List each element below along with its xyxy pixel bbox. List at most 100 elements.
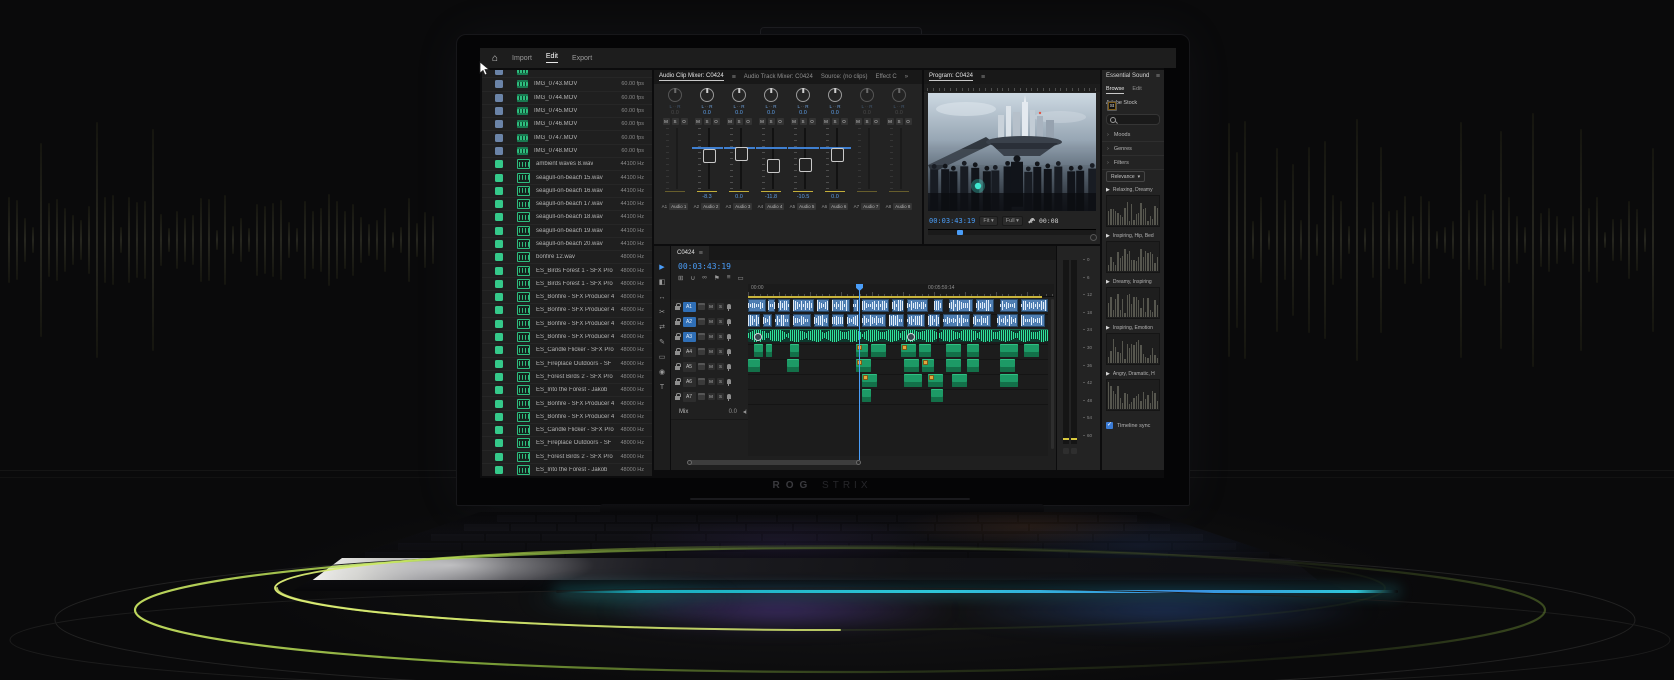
volume-fader[interactable] xyxy=(695,128,719,192)
track-target-button[interactable]: A2 xyxy=(683,317,696,327)
audio-item-chip[interactable] xyxy=(495,426,503,434)
stock-audio-item[interactable]: ▶Dreamy, Inspiring xyxy=(1106,278,1160,322)
razor-tool[interactable]: ✂ xyxy=(654,305,670,320)
audio-item-chip[interactable] xyxy=(495,280,503,288)
play-icon[interactable]: ▶ xyxy=(1106,233,1110,239)
fader-handle[interactable] xyxy=(703,149,716,163)
track-name[interactable]: Audio 4 xyxy=(765,203,784,210)
clip[interactable] xyxy=(862,389,871,402)
mic-icon[interactable] xyxy=(727,379,731,384)
category-filters[interactable]: › Filters xyxy=(1102,156,1164,170)
audio-item-chip[interactable] xyxy=(495,439,503,447)
clip[interactable] xyxy=(928,374,943,387)
track-s-button[interactable]: S xyxy=(717,333,724,340)
clip[interactable] xyxy=(748,359,760,372)
list-item[interactable]: ES_Birds Forest 1 - SFX Pro48000 Hz xyxy=(482,278,652,291)
lock-icon[interactable] xyxy=(675,321,680,325)
resolution-dropdown[interactable]: Full ▾ xyxy=(1002,216,1023,226)
tab-edit[interactable]: Edit xyxy=(1132,86,1141,94)
snap-icon[interactable]: ∪ xyxy=(690,274,695,282)
mixer-o-button[interactable]: O xyxy=(905,118,912,125)
clip[interactable] xyxy=(967,359,979,372)
sort-dropdown[interactable]: Relevance▾ xyxy=(1106,171,1145,182)
work-area-bar[interactable] xyxy=(748,296,1042,298)
audio-item-chip[interactable] xyxy=(495,200,503,208)
mixer-s-button[interactable]: S xyxy=(896,118,903,125)
clip[interactable] xyxy=(943,314,970,327)
audio-item-chip[interactable] xyxy=(495,360,503,368)
list-item[interactable]: ES_Bonfire - SFX Producer 448000 Hz xyxy=(482,331,652,344)
pan-knob[interactable] xyxy=(828,88,842,102)
clip[interactable] xyxy=(939,329,1049,342)
source-patch-icon[interactable] xyxy=(698,348,705,355)
home-icon[interactable]: ⌂ xyxy=(492,53,498,64)
video-item-chip[interactable] xyxy=(495,80,503,88)
sequence-tab[interactable]: C0424 ≡ xyxy=(671,246,709,260)
mixer-m-button[interactable]: M xyxy=(823,118,830,125)
clip[interactable] xyxy=(748,314,760,327)
clip[interactable] xyxy=(946,359,961,372)
list-item[interactable]: bonfire 12.wav48000 Hz xyxy=(482,251,652,264)
clip[interactable] xyxy=(949,299,973,312)
lock-icon[interactable] xyxy=(675,336,680,340)
timeline-sync-row[interactable]: ✓ Timeline sync xyxy=(1106,422,1150,429)
source-patch-icon[interactable] xyxy=(698,363,705,370)
mixer-o-button[interactable]: O xyxy=(681,118,688,125)
list-item[interactable]: seagull-on-beach 19.wav44100 Hz xyxy=(482,225,652,238)
meter-solo-right[interactable] xyxy=(1071,448,1077,454)
play-icon[interactable]: ▶ xyxy=(1106,325,1110,331)
list-item[interactable]: ES_Fireplace Outdoors - SF48000 Hz xyxy=(482,358,652,371)
program-timecode[interactable]: 00:03:43:19 xyxy=(929,217,975,225)
tab-effect-controls[interactable]: Effect C xyxy=(876,74,897,80)
mixer-s-button[interactable]: S xyxy=(832,118,839,125)
play-icon[interactable]: ▶ xyxy=(1106,279,1110,285)
panel-menu-icon[interactable]: ≡ xyxy=(1156,73,1160,80)
list-item[interactable]: seagull-on-beach 15.wav44100 Hz xyxy=(482,171,652,184)
mixer-o-button[interactable]: O xyxy=(873,118,880,125)
list-item[interactable]: ES_Birds Forest 1 - SFX Pro48000 Hz xyxy=(482,264,652,277)
lock-icon[interactable] xyxy=(675,366,680,370)
audio-item-chip[interactable] xyxy=(495,253,503,261)
track-m-button[interactable]: M xyxy=(708,303,715,310)
panel-menu-icon[interactable]: ≡ xyxy=(981,74,985,81)
clip[interactable] xyxy=(907,299,928,312)
program-playhead[interactable] xyxy=(957,230,963,235)
lock-icon[interactable] xyxy=(675,306,680,310)
list-item[interactable]: IMG_0745.MOV60.00 fps xyxy=(482,105,652,118)
fader-handle[interactable] xyxy=(735,147,748,161)
track-name[interactable]: Audio 1 xyxy=(669,203,688,210)
tab-overflow-chevron[interactable]: » xyxy=(905,74,908,80)
track-m-button[interactable]: M xyxy=(708,318,715,325)
list-item[interactable]: ES_Bonfire - SFX Producer 448000 Hz xyxy=(482,411,652,424)
mixer-s-button[interactable]: S xyxy=(704,118,711,125)
rectangle-tool[interactable]: ▭ xyxy=(654,350,670,365)
audio-item-chip[interactable] xyxy=(495,160,503,168)
volume-fader[interactable] xyxy=(791,128,815,192)
list-item[interactable]: ES_Bonfire - SFX Producer 448000 Hz xyxy=(482,397,652,410)
clip[interactable] xyxy=(766,344,772,357)
mixer-m-button[interactable]: M xyxy=(695,118,702,125)
clip[interactable] xyxy=(763,314,772,327)
mixer-s-button[interactable]: S xyxy=(736,118,743,125)
track-s-button[interactable]: S xyxy=(717,378,724,385)
clip[interactable] xyxy=(997,314,1018,327)
panel-menu-icon[interactable]: ≡ xyxy=(699,250,703,257)
pan-knob[interactable] xyxy=(668,88,682,102)
track-m-button[interactable]: M xyxy=(708,378,715,385)
clip[interactable] xyxy=(793,299,814,312)
type-tool[interactable]: T xyxy=(654,380,670,395)
clip[interactable] xyxy=(967,344,979,357)
category-moods[interactable]: › Moods xyxy=(1102,128,1164,142)
audio-item-chip[interactable] xyxy=(495,187,503,195)
track-m-button[interactable]: M xyxy=(708,393,715,400)
clip[interactable] xyxy=(922,359,934,372)
list-item[interactable]: ES_Candle Flicker - SFX Pro48000 Hz xyxy=(482,344,652,357)
timeline-playhead[interactable] xyxy=(859,284,860,460)
lock-icon[interactable] xyxy=(675,381,680,385)
track-s-button[interactable]: S xyxy=(717,348,724,355)
fader-handle[interactable] xyxy=(831,148,844,162)
clip[interactable] xyxy=(793,314,811,327)
tab-audio-clip-mixer[interactable]: Audio Clip Mixer: C0424 xyxy=(659,73,724,81)
lock-icon[interactable] xyxy=(675,351,680,355)
track-name[interactable]: Audio 8 xyxy=(893,203,912,210)
